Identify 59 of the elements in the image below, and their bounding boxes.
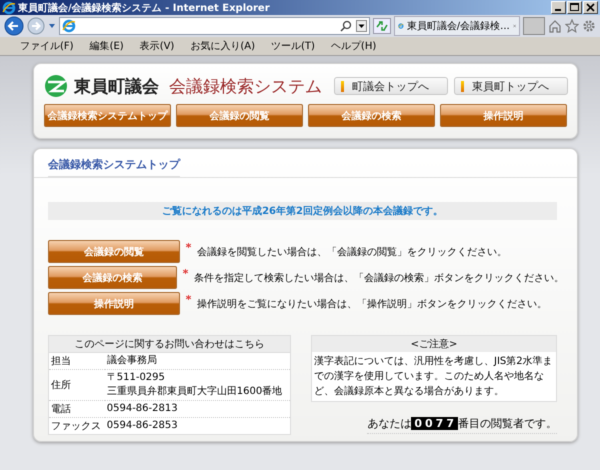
action-description: 操作説明をご覧になりたい場合は、「操作説明」ボタンをクリックください。	[197, 298, 547, 310]
table-cell: 担当	[48, 352, 105, 370]
minimize-icon[interactable]	[551, 1, 566, 14]
table-cell: 電話	[48, 400, 105, 418]
bullet-icon	[186, 243, 191, 248]
action-button[interactable]: 会議録の検索	[48, 266, 177, 289]
bullet-icon	[186, 295, 191, 300]
back-icon[interactable]	[4, 16, 24, 36]
ie-logo-icon	[2, 0, 16, 14]
table-cell-text: 三重県員弁郡東員町大字山田1600番地	[106, 385, 284, 399]
notice-banner: ご覧になれるのは平成26年第2回定例会以降の本会議録です。	[48, 202, 557, 220]
system-title: 会議録検索システム	[169, 76, 323, 98]
refresh-icon[interactable]	[373, 18, 391, 34]
address-field[interactable]	[59, 17, 370, 35]
logo-text: 東員町議会	[74, 76, 159, 98]
menu-item[interactable]: 編集(E)	[84, 39, 130, 53]
menu-item[interactable]: ツール(T)	[265, 39, 321, 53]
menu-item[interactable]: 表示(V)	[134, 39, 180, 53]
action-description: 条件を指定して検索したい場合は、「会議録の検索」ボタンをクリックください。	[194, 272, 564, 284]
menu-item[interactable]: ヘルプ(H)	[324, 39, 382, 53]
home-icon[interactable]	[548, 19, 562, 33]
action-description: 会議録を閲覧したい場合は、「会議録の閲覧」をクリックください。	[197, 246, 507, 258]
visitor-counter: 0077	[411, 417, 458, 430]
caution-text: 漢字表記については、汎用性を考慮し、JIS第2水準までの漢字を使用しています。このため人名や地名など、会議録原本と異なる場合があります。	[313, 354, 554, 399]
link-bar-icon	[341, 80, 344, 92]
table-cell-text: 0594-86-2813	[106, 402, 179, 416]
counter-label: 番目の閲覧者です。	[458, 416, 557, 431]
action-button[interactable]: 会議録の閲覧	[48, 240, 180, 263]
bullet-icon	[183, 269, 188, 274]
town-emblem-icon	[44, 74, 68, 98]
maximize-icon[interactable]	[567, 1, 582, 14]
counter-label: あなたは	[367, 416, 412, 431]
table-cell-text: 0594-86-2853	[106, 419, 179, 433]
settings-icon[interactable]	[582, 19, 596, 33]
table-cell-text: 〒511-0295	[106, 371, 166, 385]
header-link[interactable]: 東員町トップへ	[454, 77, 568, 95]
search-icon[interactable]	[340, 20, 352, 32]
nav-button[interactable]: 会議録の検索	[308, 104, 435, 127]
page-heading: 会議録検索システムトップ	[48, 157, 180, 177]
browser-tab[interactable]: 東員町議会/会議録検...	[394, 16, 520, 36]
table-heading: このページに関するお問い合わせはこちら	[48, 336, 290, 352]
link-bar-icon	[461, 80, 464, 92]
action-button[interactable]: 操作説明	[48, 292, 180, 315]
nav-button[interactable]: 操作説明	[440, 104, 567, 127]
nav-button[interactable]: 会議録検索システムトップ	[44, 104, 171, 127]
nav-button[interactable]: 会議録の閲覧	[176, 104, 303, 127]
ie-logo-icon	[62, 19, 76, 33]
table-cell: 住所	[48, 370, 105, 400]
tab-title: 東員町議会/会議録検...	[406, 20, 510, 33]
table-cell: ファックス	[48, 418, 105, 434]
caution-title: <ご注意>	[312, 336, 556, 352]
table-cell-text: 議会事務局	[106, 354, 158, 368]
menu-item[interactable]: ファイル(F)	[14, 39, 80, 53]
menu-item[interactable]: お気に入り(A)	[184, 39, 261, 53]
star-icon[interactable]	[565, 19, 579, 33]
window-title: 東員町議会/会議録検索システム - Internet Explorer	[18, 1, 271, 14]
new-tab-button[interactable]	[523, 17, 545, 35]
close-icon[interactable]	[583, 1, 598, 14]
header-link[interactable]: 町議会トップへ	[334, 77, 448, 95]
